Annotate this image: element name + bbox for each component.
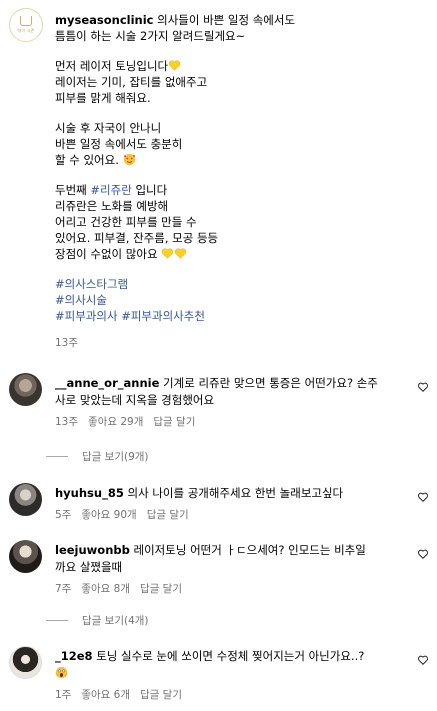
caption-line-4: 레이저는 기미, 잡티를 없애주고 <box>55 75 208 89</box>
comment-likes[interactable]: 좋아요 90개 <box>81 508 136 522</box>
caption-line-6: 시술 후 자국이 안나니 <box>55 121 162 135</box>
comment-text: 토닝 실수로 눈에 쏘이면 수정체 찢어지는거 아닌가요..? <box>96 649 365 663</box>
comment-body: _12e8 토닝 실수로 눈에 쏘이면 수정체 찢어지는거 아닌가요..? 1주… <box>55 648 407 702</box>
comment-username[interactable]: __anne_or_annie <box>55 376 159 390</box>
comment-text-cont <box>55 665 407 682</box>
comment-meta: 1주 좋아요 6개 답글 달기 <box>55 688 407 702</box>
heart-outline-icon[interactable] <box>417 491 429 503</box>
reply-button[interactable]: 답글 달기 <box>147 508 189 522</box>
comment-meta: 5주 좋아요 90개 답글 달기 <box>55 508 407 522</box>
reply-button[interactable]: 답글 달기 <box>153 415 195 429</box>
comment-likes[interactable]: 좋아요 29개 <box>88 415 143 429</box>
clinic-logo-icon <box>20 16 32 26</box>
comment-text-cont: 사로 맞았는데 지옥을 경험했어요 <box>55 393 215 407</box>
comment-text: 의사 나이를 공개해주세요 한번 놀래보고싶다 <box>127 486 344 500</box>
caption-line-11: 어리고 건강한 피부를 만들 수 <box>55 215 197 229</box>
comment-body: __anne_or_annie 기계로 리쥬란 맞으면 통증은 어떤가요? 손주… <box>55 375 407 429</box>
heart-outline-icon[interactable] <box>417 381 429 393</box>
comment-age: 5주 <box>55 509 72 521</box>
hashtag-dermatologist[interactable]: #피부과의사 <box>55 309 118 323</box>
view-replies-button[interactable]: 답글 보기(4개) <box>46 613 149 628</box>
caption-line-13: 장점이 수없이 많아요 <box>55 246 425 262</box>
comment-age: 1주 <box>55 689 72 701</box>
avatar[interactable] <box>9 540 42 573</box>
caption-line-8: 할 수 있어요. <box>55 152 425 168</box>
comment-age: 7주 <box>55 583 72 595</box>
post-username[interactable]: myseasonclinic <box>55 13 153 27</box>
caption-line-9: 두번째 #리쥬란 입니다 <box>55 183 168 197</box>
hashtag-doctorstagram[interactable]: #의사스타그램 <box>55 276 425 292</box>
caption-body: myseasonclinic 의사들이 바쁜 일정 속에서도 틈틈이 하는 시술… <box>55 12 425 350</box>
comment-likes[interactable]: 좋아요 8개 <box>81 582 130 596</box>
comment-meta: 7주 좋아요 8개 답글 달기 <box>55 582 407 596</box>
comment-body: hyuhsu_85 의사 나이를 공개해주세요 한번 놀래보고싶다 5주 좋아요… <box>55 485 407 522</box>
hashtag-doctor-procedure[interactable]: #의사시술 <box>55 292 425 308</box>
yellow-heart-emoji <box>162 248 174 259</box>
comment-username[interactable]: leejuwonbb <box>55 543 130 557</box>
post-age: 13주 <box>55 337 79 349</box>
replies-divider <box>46 456 68 457</box>
comment-text: 기계로 리쥬란 맞으면 통증은 어떤가요? 손주 <box>163 376 378 390</box>
comment-body: leejuwonbb 레이저토닝 어떤거 ㅏㄷ으세여? 인모드는 비추일 까요 … <box>55 542 407 596</box>
smiling-face-hearts-emoji <box>123 153 135 166</box>
caption-line-1: myseasonclinic 의사들이 바쁜 일정 속에서도 <box>55 13 296 27</box>
avatar[interactable] <box>9 483 42 516</box>
caption-line-7: 바쁜 일정 속에서도 충분히 <box>55 137 183 151</box>
comment-username[interactable]: hyuhsu_85 <box>55 486 124 500</box>
comment-meta: 13주 좋아요 29개 답글 달기 <box>55 415 407 429</box>
yellow-heart-emoji <box>168 60 181 71</box>
heart-outline-icon[interactable] <box>417 654 429 666</box>
reply-button[interactable]: 답글 달기 <box>140 688 182 702</box>
view-replies-button[interactable]: 답글 보기(9개) <box>46 449 149 464</box>
comment-age: 13주 <box>55 416 79 428</box>
clinic-avatar[interactable]: 마이 시즌 <box>9 8 43 42</box>
replies-divider <box>46 620 68 621</box>
comment-username[interactable]: _12e8 <box>55 649 93 663</box>
caption-line-3: 먼저 레이저 토닝입니다 <box>55 58 425 74</box>
caption-line-2: 틈틈이 하는 시술 2가지 알려드릴게요~ <box>55 29 246 43</box>
screaming-face-emoji <box>55 666 68 679</box>
clinic-logo-text: 마이 시즌 <box>17 28 35 33</box>
comment-likes[interactable]: 좋아요 6개 <box>81 688 130 702</box>
yellow-heart-emoji <box>175 248 187 259</box>
avatar[interactable] <box>9 646 42 679</box>
avatar[interactable] <box>9 373 42 406</box>
caption-line-5: 피부를 맑게 해줘요. <box>55 91 151 105</box>
caption-line-12: 있어요. 피부결, 잔주름, 모공 등등 <box>55 231 219 245</box>
comment-text-cont: 까요 살쪘을때 <box>55 560 123 574</box>
caption-line-10: 리쥬란은 노화를 예방해 <box>55 199 169 213</box>
reply-button[interactable]: 답글 달기 <box>140 582 182 596</box>
hashtag-rejuran[interactable]: #리쥬란 <box>90 183 131 197</box>
comment-text: 레이저토닝 어떤거 ㅏㄷ으세여? 인모드는 비추일 <box>133 543 366 557</box>
heart-outline-icon[interactable] <box>417 548 429 560</box>
caption-line-hashtags: #피부과의사 #피부과의사추천 <box>55 308 425 324</box>
hashtag-dermatologist-recommend[interactable]: #피부과의사추천 <box>121 309 205 323</box>
